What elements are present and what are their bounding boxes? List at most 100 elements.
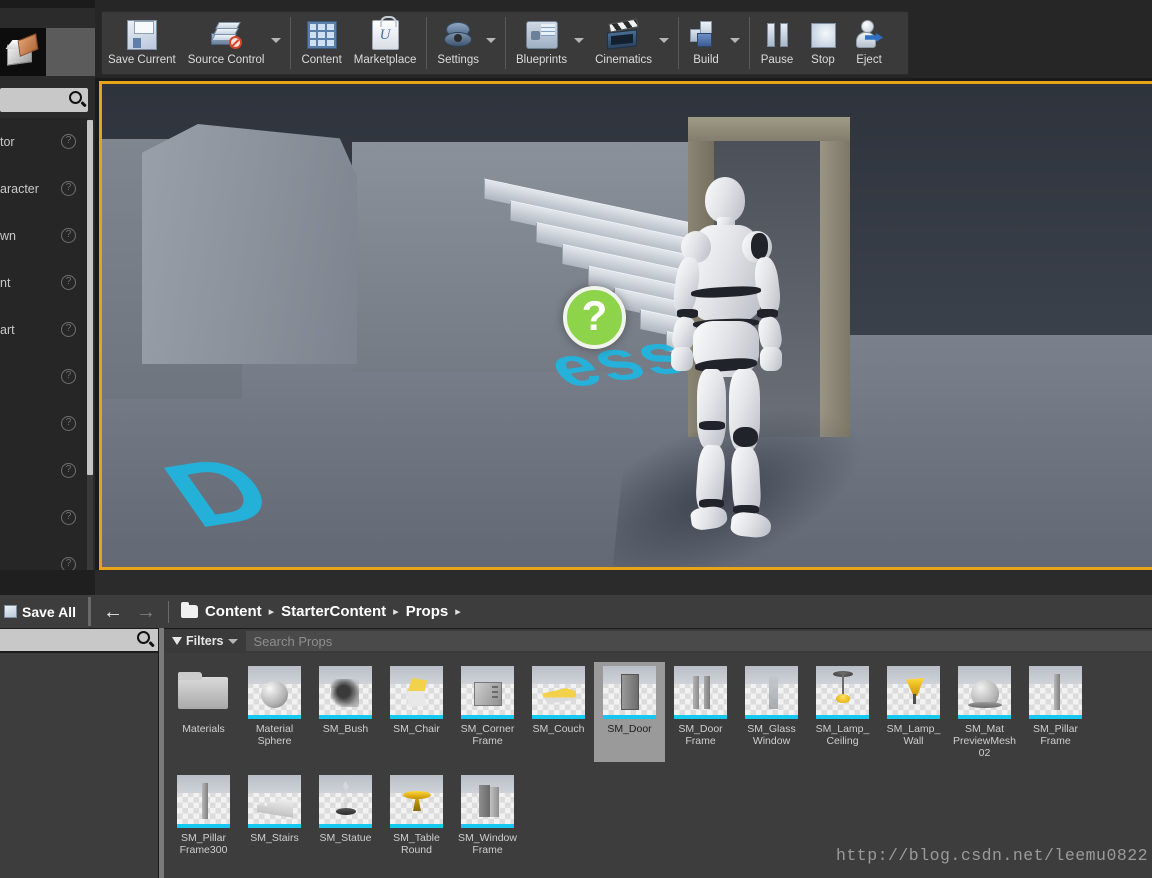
settings-button[interactable]: Settings <box>431 12 485 74</box>
asset-cell[interactable]: SM_Mat PreviewMesh 02 <box>949 662 1020 762</box>
level-viewport[interactable]: D ess ? <box>102 84 1152 567</box>
modes-item[interactable]: ? <box>0 353 88 400</box>
asset-thumbnail <box>461 775 514 828</box>
toolbar-group-content: Content U Marketplace <box>295 12 422 74</box>
asset-thumbnail <box>887 666 940 719</box>
filters-button[interactable]: Filters <box>172 634 238 648</box>
folder-icon <box>180 602 198 618</box>
asset-cell[interactable]: SM_Couch <box>523 662 594 762</box>
asset-cell[interactable]: Material Sphere <box>239 662 310 762</box>
asset-tree-search-input[interactable] <box>0 628 158 651</box>
source-control-dropdown[interactable] <box>270 12 286 74</box>
build-button[interactable]: Build <box>683 12 729 74</box>
breadcrumb-props[interactable]: Props <box>406 603 449 620</box>
asset-name-label: SM_Pillar Frame <box>1033 723 1078 747</box>
help-icon[interactable]: ? <box>61 416 76 431</box>
tab-place-actors[interactable] <box>0 28 46 76</box>
help-icon[interactable]: ? <box>61 228 76 243</box>
toolbar-group-build: Build <box>683 12 745 74</box>
save-current-button[interactable]: Save Current <box>102 12 182 74</box>
build-dropdown[interactable] <box>729 12 745 74</box>
modes-search-input[interactable] <box>0 88 88 112</box>
window-top-strip-right <box>95 0 1152 8</box>
search-assets-input[interactable]: Search Props <box>245 631 1152 651</box>
asset-tree-panel[interactable] <box>0 653 158 878</box>
eject-person-icon <box>854 17 884 53</box>
asset-cell[interactable]: SM_Pillar Frame <box>1020 662 1091 762</box>
help-icon[interactable]: ? <box>61 322 76 337</box>
asset-type-accent-bar <box>461 715 514 719</box>
modes-item-list[interactable]: tor? aracter? wn? nt? art?????? <box>0 118 88 576</box>
asset-cell[interactable]: SM_Window Frame <box>452 771 523 859</box>
cinematics-dropdown[interactable] <box>658 12 674 74</box>
modes-item-label: nt <box>0 275 11 290</box>
modes-item[interactable]: wn? <box>0 212 88 259</box>
modes-item[interactable]: ? <box>0 494 88 541</box>
asset-cell[interactable]: SM_Statue <box>310 771 381 859</box>
asset-name-label: SM_Couch <box>532 723 585 735</box>
modes-item[interactable]: nt? <box>0 259 88 306</box>
blueprints-button[interactable]: Blueprints <box>510 12 573 74</box>
modes-item[interactable]: ? <box>0 400 88 447</box>
content-button[interactable]: Content <box>295 12 347 74</box>
breadcrumb-content[interactable]: Content <box>205 603 262 620</box>
asset-name-label: SM_Corner Frame <box>460 723 515 747</box>
content-browser-filter-bar: Filters Search Props <box>163 629 1152 653</box>
asset-thumbnail <box>390 775 443 828</box>
blueprints-dropdown[interactable] <box>573 12 589 74</box>
asset-cell[interactable]: SM_Bush <box>310 662 381 762</box>
modes-item[interactable]: aracter? <box>0 165 88 212</box>
help-icon[interactable]: ? <box>61 134 76 149</box>
asset-type-accent-bar <box>177 824 230 828</box>
mannequin-character <box>647 169 827 567</box>
arrow-right-icon[interactable]: → <box>136 602 156 622</box>
asset-cell[interactable]: SM_Corner Frame <box>452 662 523 762</box>
asset-cell[interactable]: SM_Pillar Frame300 <box>168 771 239 859</box>
asset-name-label: SM_Statue <box>319 832 372 844</box>
asset-grid-panel[interactable]: Materials Material Sphere SM_Bush SM_Chair SM… <box>164 653 1152 878</box>
settings-dropdown[interactable] <box>485 12 501 74</box>
asset-thumbnail <box>461 666 514 719</box>
asset-cell-selected[interactable]: SM_Door <box>594 662 665 762</box>
asset-type-accent-bar <box>887 715 940 719</box>
funnel-icon <box>172 637 182 645</box>
asset-cell[interactable]: SM_Stairs <box>239 771 310 859</box>
search-icon <box>66 88 85 109</box>
asset-cell[interactable]: SM_Lamp_ Wall <box>878 662 949 762</box>
modes-item[interactable]: art? <box>0 306 88 353</box>
modes-scrollbar-thumb[interactable] <box>87 120 93 475</box>
source-control-button[interactable]: Source Control <box>182 12 271 74</box>
marketplace-button[interactable]: U Marketplace <box>348 12 423 74</box>
pause-button[interactable]: Pause <box>754 12 800 74</box>
asset-cell[interactable]: SM_Glass Window <box>736 662 807 762</box>
help-icon[interactable]: ? <box>61 369 76 384</box>
stop-button[interactable]: Stop <box>800 12 846 74</box>
asset-cell[interactable]: Materials <box>168 662 239 762</box>
breadcrumb-separator: ▸ <box>268 606 275 618</box>
help-icon[interactable]: ? <box>61 181 76 196</box>
help-icon[interactable]: ? <box>61 510 76 525</box>
toolbar-separator <box>426 17 428 69</box>
eject-button[interactable]: Eject <box>846 12 892 74</box>
cinematics-button[interactable]: Cinematics <box>589 12 658 74</box>
help-icon[interactable]: ? <box>61 463 76 478</box>
breadcrumb-startercontent[interactable]: StarterContent <box>281 603 386 620</box>
modes-item[interactable]: tor? <box>0 118 88 165</box>
asset-name-label: Materials <box>182 723 225 735</box>
save-all-label: Save All <box>22 603 76 620</box>
asset-cell[interactable]: SM_Chair <box>381 662 452 762</box>
content-label: Content <box>301 54 342 66</box>
help-icon[interactable]: ? <box>61 275 76 290</box>
asset-type-accent-bar <box>390 715 443 719</box>
arrow-left-icon[interactable]: ← <box>103 602 123 622</box>
save-all-button[interactable]: Save All <box>0 597 88 626</box>
asset-thumbnail <box>674 666 727 719</box>
content-browser-toolbar: Save All ← → Content ▸ StarterContent ▸ … <box>0 595 1152 628</box>
modes-item[interactable]: ? <box>0 447 88 494</box>
asset-cell[interactable]: SM_Door Frame <box>665 662 736 762</box>
asset-cell[interactable]: SM_Lamp_ Ceiling <box>807 662 878 762</box>
toolbar-separator <box>290 17 292 69</box>
toolbar-group-settings: Settings <box>431 12 501 74</box>
asset-cell[interactable]: SM_Table Round <box>381 771 452 859</box>
asset-name-label: SM_Glass Window <box>747 723 796 747</box>
